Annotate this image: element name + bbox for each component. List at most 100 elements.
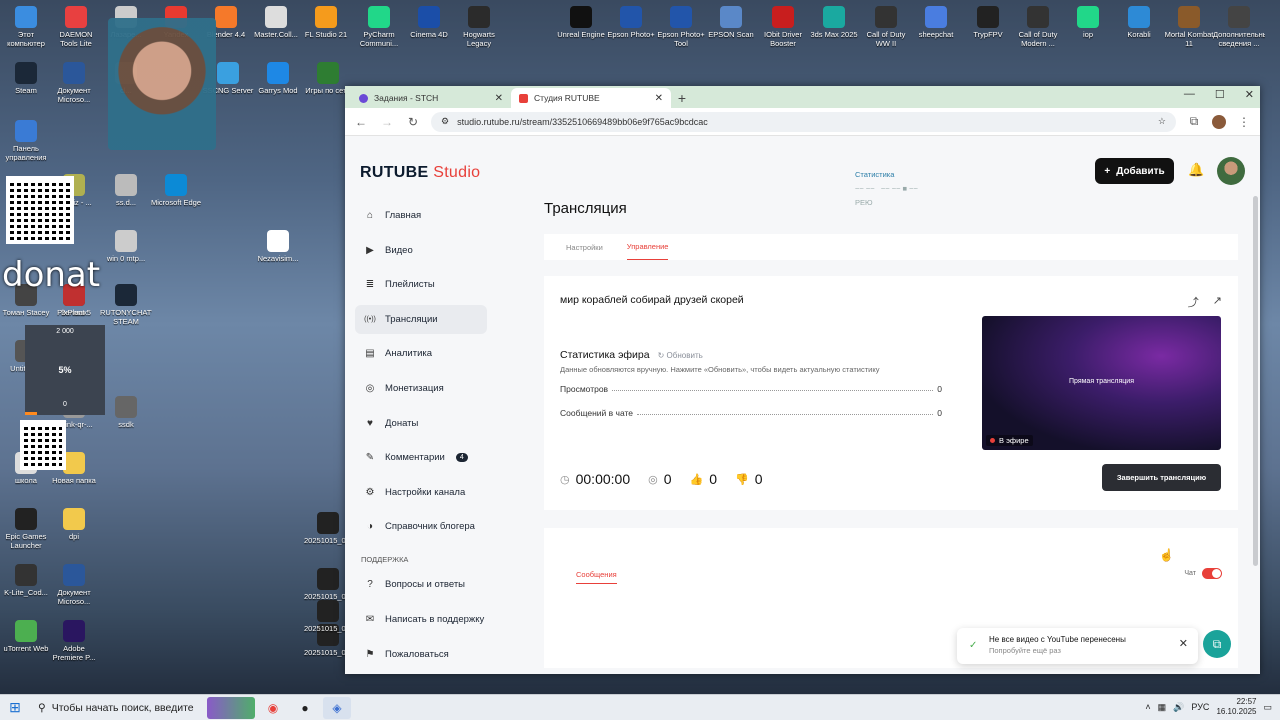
desktop-icon[interactable]: RUTONYCHAT'S STEAM: [100, 284, 152, 326]
desktop-icon[interactable]: Korabli: [1113, 6, 1165, 48]
notifications-icon[interactable]: ▭: [1263, 702, 1272, 713]
desktop-icon[interactable]: FL Studio 21: [300, 6, 352, 48]
desktop-icon[interactable]: Документ Microso...: [48, 564, 100, 606]
desktop-icon-label: Документ Microso...: [57, 86, 91, 104]
notifications-bell-icon[interactable]: 🔔: [1188, 162, 1204, 178]
sidebar-item-comments[interactable]: ✎ Комментарии 4: [355, 443, 487, 472]
start-button[interactable]: ⊞: [0, 695, 30, 720]
desktop-icon[interactable]: Дополнительные сведения ...: [1213, 6, 1265, 48]
desktop-icon[interactable]: Microsoft Edge: [150, 174, 202, 216]
desktop-icon[interactable]: uTorrent Web: [0, 620, 52, 662]
stream-preview[interactable]: Прямая трансляция В эфире: [982, 316, 1221, 450]
chrome-taskbar-icon[interactable]: ◉: [259, 697, 287, 719]
desktop-icon[interactable]: 3ds Max 2025: [808, 6, 860, 48]
sidebar-item-faq[interactable]: ? Вопросы и ответы: [355, 570, 487, 599]
desktop-icon[interactable]: win 0 mtp...: [100, 230, 152, 272]
desktop-icon[interactable]: Панель управления: [0, 120, 52, 162]
desktop-icon[interactable]: Cinema 4D: [403, 6, 455, 48]
desktop-icon[interactable]: Mortal Kombat 11: [1163, 6, 1215, 48]
share-icon[interactable]: ⤴: [1188, 294, 1199, 310]
forward-icon[interactable]: →: [379, 115, 395, 129]
desktop-icon[interactable]: dpi: [48, 508, 100, 550]
chat-toggle[interactable]: [1202, 568, 1222, 579]
desktop-icon[interactable]: PyCharm Communi...: [353, 6, 405, 48]
sidebar-item-mail[interactable]: ✉ Написать в поддержку: [355, 605, 487, 634]
bookmark-star-icon[interactable]: ☆: [1158, 116, 1166, 127]
back-icon[interactable]: ←: [353, 115, 369, 129]
desktop-icon[interactable]: Документ Microso...: [48, 62, 100, 104]
tray-chevron-icon[interactable]: ˄: [1145, 702, 1150, 712]
close-window-icon[interactable]: ✕: [1245, 88, 1254, 101]
address-bar[interactable]: ⚙ studio.rutube.ru/stream/3352510669489b…: [431, 111, 1176, 132]
open-external-icon[interactable]: ↗: [1213, 294, 1222, 310]
rutube-studio-logo[interactable]: RUTUBE Studio: [360, 164, 480, 182]
app-icon: [115, 396, 137, 418]
desktop-icon[interactable]: ssdk: [100, 396, 152, 438]
maximize-icon[interactable]: ☐: [1215, 88, 1225, 101]
close-tab-icon[interactable]: ✕: [655, 93, 663, 104]
minimize-icon[interactable]: —: [1184, 88, 1195, 101]
sidebar-item-settings[interactable]: ⚙ Настройки канала: [355, 478, 487, 507]
user-avatar[interactable]: [1217, 157, 1245, 185]
page-scrollbar[interactable]: [1253, 196, 1258, 566]
volume-icon[interactable]: 🔊: [1173, 702, 1184, 713]
close-tab-icon[interactable]: ✕: [495, 93, 503, 104]
desktop-icon[interactable]: DAEMON Tools Lite: [50, 6, 102, 48]
network-icon[interactable]: ▦: [1158, 702, 1167, 713]
taskbar-search[interactable]: ⚲ Чтобы начать поиск, введите: [30, 695, 205, 720]
profile-avatar[interactable]: [1212, 114, 1226, 129]
desktop-icon[interactable]: Hogwarts Legacy: [453, 6, 505, 48]
end-stream-button[interactable]: Завершить трансляцию: [1102, 464, 1221, 491]
desktop-icon[interactable]: Epson Photo+ Tool: [655, 6, 707, 48]
add-button[interactable]: + Добавить: [1095, 158, 1174, 184]
language-indicator[interactable]: РУС: [1191, 702, 1209, 712]
desktop-icon[interactable]: Adobe Premiere P...: [48, 620, 100, 662]
stats-note: Данные обновляются вручную. Нажмите «Обн…: [560, 365, 880, 374]
sidebar-item-video[interactable]: ▶ Видео: [355, 236, 487, 265]
desktop-icon[interactable]: ss.d...: [100, 174, 152, 216]
tab-management[interactable]: Управление: [626, 234, 669, 260]
desktop-icon[interactable]: TrypFPV: [962, 6, 1014, 48]
browser-tab-tasks[interactable]: Задания - STCH ✕: [351, 88, 511, 108]
support-chat-button[interactable]: ⧉: [1203, 630, 1231, 658]
chat-toggle-row: Чат: [1184, 568, 1222, 579]
tab-messages[interactable]: Сообщения: [576, 570, 617, 584]
desktop-icon[interactable]: Epic Games Launcher: [0, 508, 52, 550]
desktop-icon[interactable]: Unreal Engine: [555, 6, 607, 48]
clock[interactable]: 22:57 16.10.2025: [1216, 697, 1256, 717]
browser-tab-studio[interactable]: Студия RUTUBE ✕: [511, 88, 671, 108]
app-icon: [15, 6, 37, 28]
desktop-icon[interactable]: Epson Photo+: [605, 6, 657, 48]
weather-widget[interactable]: [207, 696, 255, 719]
desktop-icon[interactable]: Call of Duty Modern ...: [1012, 6, 1064, 48]
sidebar-item-report[interactable]: ⚑ Пожаловаться: [355, 640, 487, 669]
desktop-icon[interactable]: Steam: [0, 62, 52, 104]
extensions-icon[interactable]: ⧉: [1186, 114, 1202, 129]
tab-settings[interactable]: Настройки: [566, 243, 603, 252]
desktop-icon[interactable]: EPSON Scan: [705, 6, 757, 48]
desktop-icon[interactable]: iop: [1062, 6, 1114, 48]
desktop-icon[interactable]: IObit Driver Booster: [757, 6, 809, 48]
desktop-icon[interactable]: Master.Coll...: [250, 6, 302, 48]
desktop-icon[interactable]: Этот компьютер: [0, 6, 52, 48]
desktop-icon[interactable]: sheepchat: [910, 6, 962, 48]
sidebar-item-analytics[interactable]: ▤ Аналитика: [355, 339, 487, 368]
obs-taskbar-icon[interactable]: ●: [291, 697, 319, 719]
reload-icon[interactable]: ↻: [405, 115, 421, 129]
sidebar-item-donate[interactable]: ♥ Донаты: [355, 409, 487, 438]
sidebar-item-help[interactable]: ◑ Справочник блогера: [355, 512, 487, 541]
site-info-icon[interactable]: ⚙: [441, 116, 449, 127]
refresh-button[interactable]: ↻ Обновить: [658, 351, 703, 360]
desktop-icon[interactable]: Call of Duty WW II: [860, 6, 912, 48]
sidebar-item-monetization[interactable]: ◎ Монетизация: [355, 374, 487, 403]
close-toast-icon[interactable]: ✕: [1179, 639, 1188, 650]
sidebar-item-home[interactable]: ⌂ Главная: [355, 201, 487, 230]
desktop-icon[interactable]: Nezavisim...: [252, 230, 304, 272]
app-taskbar-icon[interactable]: ◈: [323, 696, 351, 719]
menu-icon[interactable]: ⋮: [1236, 115, 1252, 129]
sidebar-item-playlist[interactable]: ≣ Плейлисты: [355, 270, 487, 299]
desktop-icon[interactable]: Garrys Mod: [252, 62, 304, 104]
desktop-icon[interactable]: K-Lite_Cod...: [0, 564, 52, 606]
sidebar-item-broadcast[interactable]: ((•)) Трансляции: [355, 304, 487, 334]
new-tab-button[interactable]: +: [671, 88, 693, 108]
